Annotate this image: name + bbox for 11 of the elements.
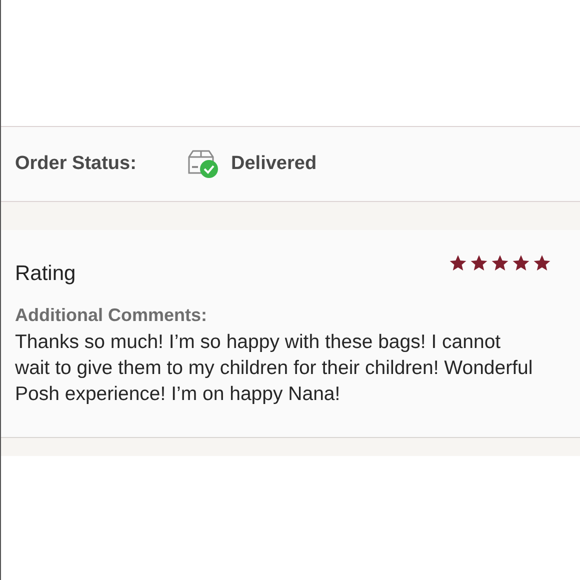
package-delivered-icon xyxy=(187,149,221,179)
star-icon xyxy=(533,254,551,272)
star-icon xyxy=(512,254,530,272)
order-status-value: Delivered xyxy=(231,152,317,176)
star-icon xyxy=(449,254,467,272)
star-icon xyxy=(491,254,509,272)
star-icon xyxy=(470,254,488,272)
comment-text: Thanks so much! I’m so happy with these bags! I cannot wait to give them to my children for their children! Wonderful Posh experience! I’m on happy Nana! xyxy=(15,330,534,406)
comments-label: Additional Comments: xyxy=(15,304,208,326)
rating-label: Rating xyxy=(15,261,76,287)
order-status-label: Order Status: xyxy=(15,152,138,176)
